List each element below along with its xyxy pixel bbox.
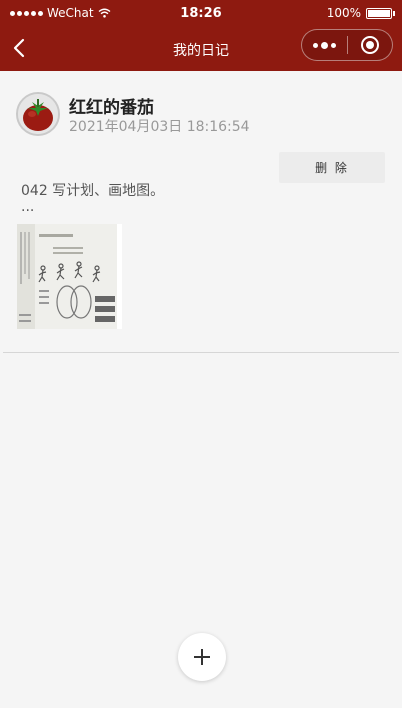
entry-content: 042 写计划、画地图。 (21, 183, 165, 199)
book-cover-image (17, 224, 122, 329)
status-right: 100% (326, 6, 395, 20)
add-entry-button[interactable] (178, 633, 226, 681)
more-dots-icon (313, 42, 318, 48)
navigation-bar: 我的日记 (0, 26, 402, 71)
menu-capsule (301, 29, 393, 61)
entry-ellipsis: ... (21, 199, 35, 215)
entry-photo[interactable] (17, 224, 122, 329)
username: 红红的番茄 (69, 98, 154, 118)
delete-button[interactable]: 删 除 (279, 152, 385, 183)
target-circle-icon (360, 36, 379, 54)
more-button[interactable] (302, 30, 347, 60)
battery-icon (366, 7, 395, 19)
close-miniprogram-button[interactable] (348, 30, 392, 60)
entry-timestamp: 2021年04月03日 18:16:54 (69, 119, 250, 135)
battery-percentage: 100% (326, 6, 361, 20)
battery-fill (368, 9, 390, 17)
tomato-icon (18, 94, 58, 134)
avatar[interactable] (16, 92, 60, 136)
plus-icon (194, 649, 210, 665)
diary-entry-card: 红红的番茄 2021年04月03日 18:16:54 删 除 042 写计划、画… (3, 71, 399, 353)
status-bar: WeChat 18:26 100% (0, 0, 402, 26)
